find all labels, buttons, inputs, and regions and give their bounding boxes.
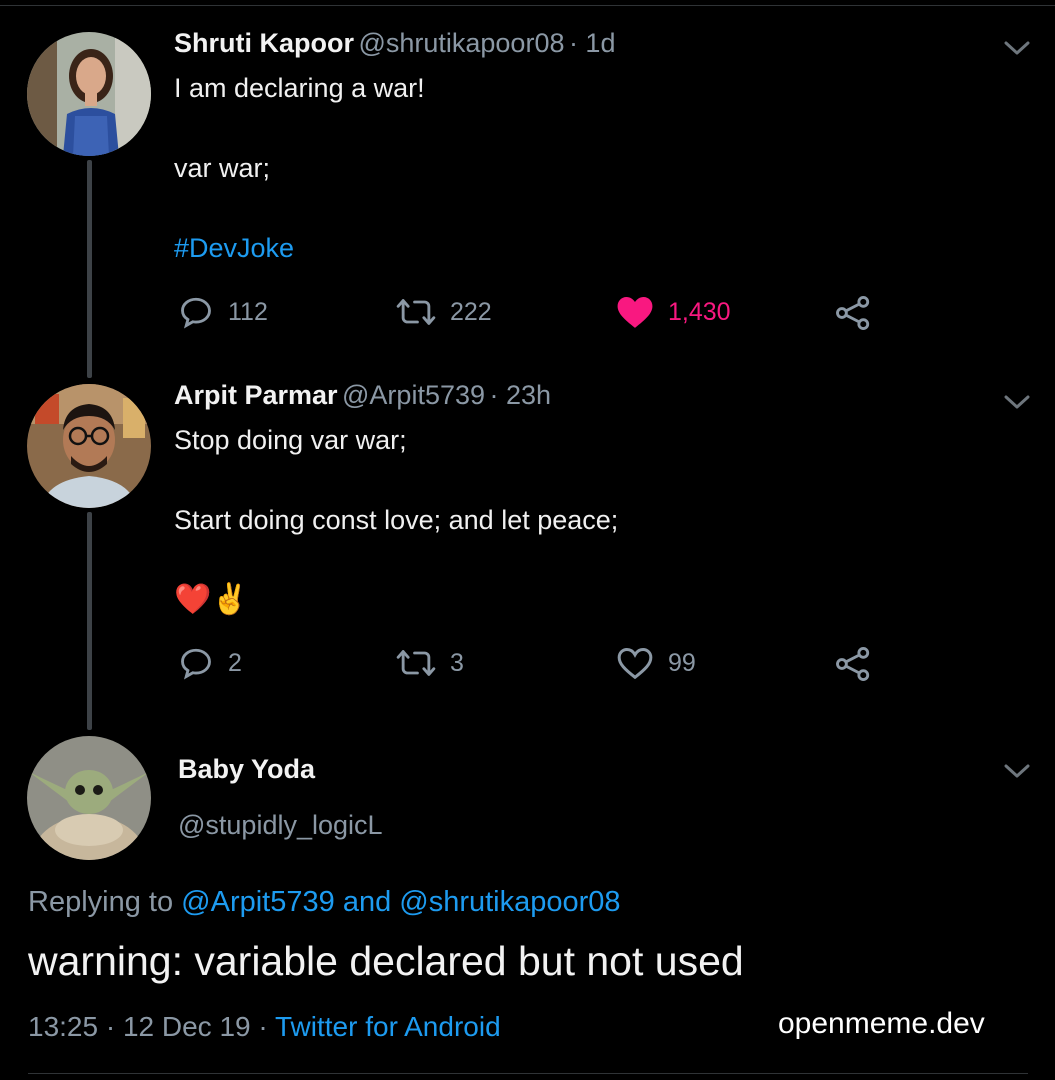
share-icon (836, 647, 870, 681)
retweet-icon (396, 299, 436, 325)
thread-connector (87, 512, 92, 730)
avatar-shruti[interactable] (27, 32, 151, 156)
retweet-button[interactable]: 3 (396, 645, 464, 681)
avatar-baby-yoda[interactable] (27, 736, 151, 860)
reply-icon (181, 648, 211, 680)
tweet-time: · 1d (568, 28, 616, 58)
emoji-line: ❤️✌️ (174, 583, 249, 616)
mention-link[interactable]: @Arpit5739 (181, 886, 335, 918)
retweet-button[interactable]: 222 (396, 294, 492, 330)
watermark: openmeme.dev (778, 1007, 985, 1040)
reply-icon (181, 297, 211, 329)
reply-count: 112 (228, 297, 268, 326)
avatar-arpit[interactable] (27, 384, 151, 508)
like-count: 1,430 (668, 297, 731, 326)
tweet-text-line: I am declaring a war! (174, 73, 425, 103)
like-button[interactable]: 99 (616, 645, 696, 681)
share-button[interactable] (834, 294, 872, 332)
retweet-count: 222 (450, 297, 492, 326)
author-handle[interactable]: @stupidly_logicL (178, 810, 383, 841)
top-divider (0, 5, 1055, 6)
bottom-divider (28, 1073, 1028, 1074)
tweet-header: Arpit Parmar @Arpit5739 · 23h (174, 380, 551, 411)
retweet-count: 3 (450, 648, 464, 677)
author-name[interactable]: Baby Yoda (178, 754, 315, 785)
reply-button[interactable]: 2 (178, 645, 242, 681)
more-chevron-icon[interactable] (1003, 760, 1031, 787)
heart-icon (617, 296, 653, 328)
tweet-meta: 13:25 · 12 Dec 19 · Twitter for Android (28, 1011, 501, 1043)
mention-link[interactable]: @shrutikapoor08 (399, 886, 620, 918)
tweet-text: warning: variable declared but not used (28, 938, 744, 984)
author-handle[interactable]: @shrutikapoor08 (358, 28, 564, 58)
tweet-header: Shruti Kapoor @shrutikapoor08 · 1d (174, 28, 615, 59)
reply-count: 2 (228, 648, 242, 677)
author-name[interactable]: Arpit Parmar (174, 380, 338, 410)
tweet-time: · 23h (489, 380, 552, 410)
reply-button[interactable]: 112 (178, 294, 268, 330)
heart-outline-icon (617, 648, 653, 680)
more-chevron-icon[interactable] (1003, 37, 1031, 64)
client-link[interactable]: Twitter for Android (275, 1011, 501, 1042)
hashtag-link[interactable]: #DevJoke (174, 228, 294, 268)
thread-connector (87, 160, 92, 378)
share-icon (836, 296, 870, 330)
like-button[interactable]: 1,430 (616, 294, 731, 330)
tweet-text-line: Start doing const love; and let peace; (174, 505, 619, 535)
author-name[interactable]: Shruti Kapoor (174, 28, 354, 58)
replying-to: Replying to @Arpit5739 and @shrutikapoor… (28, 886, 621, 919)
timestamp[interactable]: 13:25 · 12 Dec 19 · (28, 1011, 268, 1042)
replying-prefix: Replying to (28, 886, 174, 918)
tweet-text-line: Stop doing var war; (174, 425, 407, 455)
tweet-text-line: var war; (174, 153, 271, 183)
like-count: 99 (668, 648, 696, 677)
share-button[interactable] (834, 645, 872, 683)
retweet-icon (396, 650, 436, 676)
replying-and: and (342, 886, 392, 918)
author-handle[interactable]: @Arpit5739 (342, 380, 485, 410)
more-chevron-icon[interactable] (1003, 391, 1031, 418)
